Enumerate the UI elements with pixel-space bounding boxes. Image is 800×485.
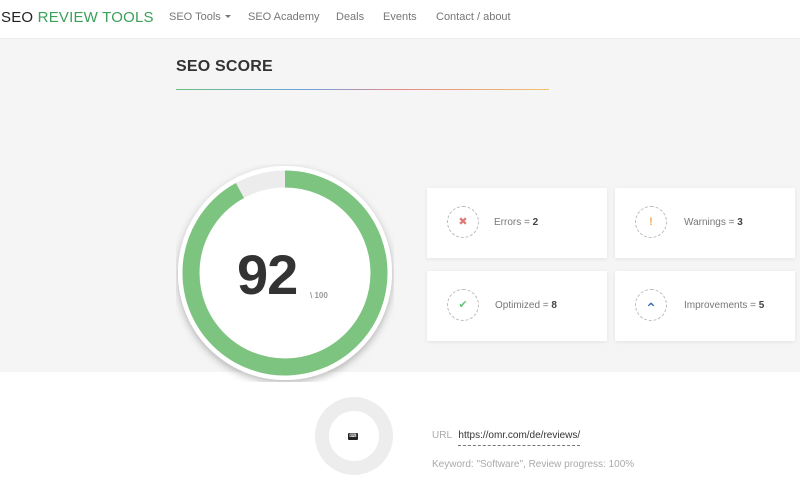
brand-part2: REVIEW TOOLS bbox=[37, 9, 154, 26]
nav-item-seo-tools[interactable]: SEO Tools bbox=[169, 11, 231, 23]
brand-part1: SEO bbox=[1, 9, 34, 26]
keyboard-icon: ⌨ bbox=[348, 433, 358, 440]
errors-label: Errors = 2 bbox=[494, 217, 539, 228]
score-title: SEO SCORE bbox=[176, 58, 273, 75]
review-progress-ring: ⌨ bbox=[314, 396, 394, 476]
errors-card: ✖ Errors = 2 bbox=[427, 188, 607, 258]
exclamation-icon: ! bbox=[635, 206, 667, 238]
url-label: URL bbox=[432, 430, 452, 441]
warnings-count: 3 bbox=[737, 217, 743, 228]
improvements-card: ⌃ Improvements = 5 bbox=[615, 271, 795, 341]
caret-down-icon bbox=[224, 15, 231, 18]
improvements-label: Improvements = 5 bbox=[684, 300, 765, 311]
errors-count: 2 bbox=[532, 217, 539, 228]
check-icon: ✔ bbox=[447, 289, 479, 321]
chevron-up-icon: ⌃ bbox=[635, 289, 667, 321]
nav-item-contact[interactable]: Contact / about bbox=[436, 11, 511, 23]
close-icon: ✖ bbox=[447, 206, 479, 238]
nav-item-events[interactable]: Events bbox=[383, 11, 417, 23]
url-link[interactable]: https://omr.com/de/reviews/ bbox=[458, 430, 581, 446]
title-divider bbox=[176, 89, 549, 90]
nav-item-seo-academy[interactable]: SEO Academy bbox=[248, 11, 320, 23]
keyword-progress-text: Keyword: "Software", Review progress: 10… bbox=[432, 459, 635, 470]
score-max: \ 100 bbox=[310, 291, 328, 300]
top-navbar: SEO REVIEW TOOLS SEO Tools SEO Academy D… bbox=[0, 0, 800, 39]
review-url-row: URL https://omr.com/de/reviews/ bbox=[432, 430, 581, 446]
nav-item-deals[interactable]: Deals bbox=[336, 11, 364, 23]
optimized-card: ✔ Optimized = 8 bbox=[427, 271, 607, 341]
optimized-count: 8 bbox=[551, 300, 557, 311]
warnings-card: ! Warnings = 3 bbox=[615, 188, 795, 258]
optimized-label: Optimized = 8 bbox=[495, 300, 557, 311]
score-value: 92 bbox=[237, 243, 298, 306]
nav-item-label: SEO Tools bbox=[169, 11, 221, 23]
score-gauge: 92 \ 100 bbox=[176, 164, 394, 382]
improvements-count: 5 bbox=[758, 300, 765, 311]
brand-logo[interactable]: SEO REVIEW TOOLS bbox=[1, 9, 154, 26]
warnings-label: Warnings = 3 bbox=[684, 217, 743, 228]
